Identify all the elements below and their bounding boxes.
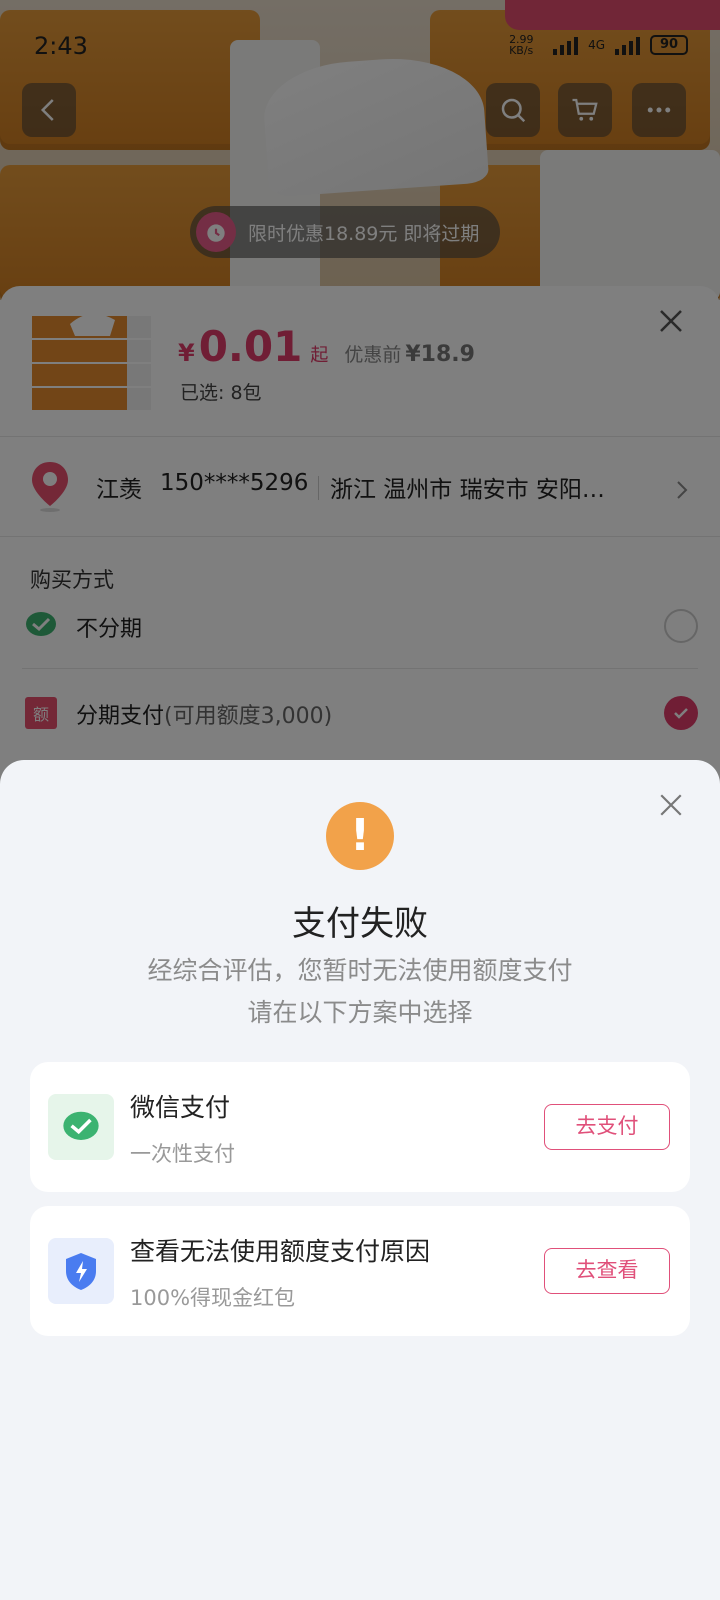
shield-icon — [48, 1238, 114, 1304]
close-icon[interactable] — [658, 792, 684, 818]
warning-icon: ! — [326, 802, 394, 870]
card-title: 微信支付 — [130, 1093, 231, 1122]
card-subtitle: 100%得现金红包 — [130, 1286, 296, 1310]
wechat-pay-card: 微信支付 一次性支付 去支付 — [30, 1062, 690, 1192]
modal-description: 经综合评估，您暂时无法使用额度支付 请在以下方案中选择 — [147, 956, 573, 1027]
go-pay-button[interactable]: 去支付 — [544, 1104, 670, 1150]
reason-card: 查看无法使用额度支付原因 100%得现金红包 去查看 — [30, 1206, 690, 1336]
card-title: 查看无法使用额度支付原因 — [130, 1237, 431, 1266]
wechat-icon — [48, 1094, 114, 1160]
card-subtitle: 一次性支付 — [130, 1142, 235, 1166]
payment-failed-modal: ! 支付失败 经综合评估，您暂时无法使用额度支付 请在以下方案中选择 微信支付 … — [0, 760, 720, 1600]
modal-title: 支付失败 — [292, 904, 428, 944]
view-reason-button[interactable]: 去查看 — [544, 1248, 670, 1294]
